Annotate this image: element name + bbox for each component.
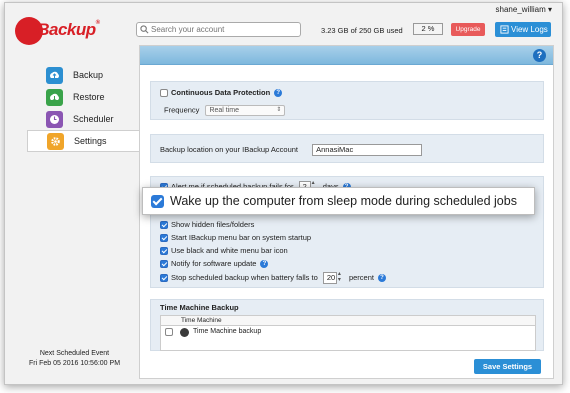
time-machine-panel: Time Machine Backup Time Machine Time Ma… xyxy=(150,299,544,351)
battery-stepper[interactable] xyxy=(338,270,344,283)
backup-icon xyxy=(46,66,63,84)
user-menu[interactable]: shane_william ▾ xyxy=(496,5,552,14)
restore-icon xyxy=(46,88,63,106)
cdp-help-icon[interactable]: ? xyxy=(274,89,283,98)
location-panel: Backup location on your IBackup Account … xyxy=(150,134,544,163)
view-logs-label: View Logs xyxy=(511,25,548,34)
sidebar-item-label: Settings xyxy=(74,136,107,146)
sidebar-item-backup[interactable]: Backup xyxy=(27,64,139,86)
battery-label: Stop scheduled backup when battery falls… xyxy=(171,272,318,282)
scheduler-icon xyxy=(46,110,63,128)
content-header: ? xyxy=(140,46,553,65)
next-scheduled-event: Next Scheduled Event Fri Feb 05 2016 10:… xyxy=(27,349,122,369)
sidebar-item-label: Backup xyxy=(73,70,104,80)
view-logs-button[interactable]: View Logs xyxy=(495,22,551,37)
battery-help-icon[interactable]: ? xyxy=(377,274,386,282)
frequency-row: Frequency Real time xyxy=(164,105,286,116)
location-label: Backup location on your IBackup Account xyxy=(160,144,299,154)
search-box[interactable] xyxy=(136,22,301,37)
frequency-select[interactable]: Real time xyxy=(205,105,286,116)
battery-checkbox[interactable] xyxy=(160,274,168,282)
time-machine-icon xyxy=(180,327,189,337)
option-label: Notify for software update xyxy=(171,259,257,268)
tm-title: Time Machine Backup xyxy=(160,303,239,312)
option-checkbox[interactable] xyxy=(160,247,168,256)
option-checkbox[interactable] xyxy=(160,221,168,230)
sidebar-item-restore[interactable]: Restore xyxy=(27,86,139,108)
logo-wordmark: IBackup® xyxy=(33,20,100,39)
save-settings-button[interactable]: Save Settings xyxy=(474,359,541,374)
frequency-label: Frequency xyxy=(164,105,200,115)
storage-usage: 3.23 GB of 250 GB used xyxy=(321,26,403,35)
option-label: Use black and white menu bar icon xyxy=(171,246,288,255)
battery-row: Stop scheduled backup when battery falls… xyxy=(160,270,386,284)
option-checkbox[interactable] xyxy=(160,234,168,243)
option-row: Start IBackup menu bar on system startup xyxy=(160,233,312,243)
tm-table: Time Machine Time Machine backup xyxy=(160,315,536,351)
next-event-time: Fri Feb 05 2016 10:56:00 PM xyxy=(28,360,121,367)
option-checkbox[interactable] xyxy=(160,260,168,269)
search-icon xyxy=(140,25,149,34)
search-input[interactable] xyxy=(151,25,296,34)
help-icon[interactable]: ? xyxy=(533,49,546,62)
usage-percent: 2 % xyxy=(413,23,443,35)
logs-icon xyxy=(500,25,509,34)
option-row: Use black and white menu bar icon xyxy=(160,246,288,256)
table-row[interactable]: Time Machine backup xyxy=(161,326,535,338)
location-field[interactable]: AnnasiMac xyxy=(312,144,423,156)
tm-checkbox[interactable] xyxy=(165,328,173,336)
sidebar-item-label: Scheduler xyxy=(73,114,114,124)
cdp-label: Continuous Data Protection xyxy=(171,88,271,97)
location-row: Backup location on your IBackup Account … xyxy=(160,144,423,156)
battery-field[interactable]: 20 xyxy=(322,272,337,284)
sidebar-item-label: Restore xyxy=(73,92,105,102)
update-help-icon[interactable]: ? xyxy=(260,260,269,269)
wake-label: Wake up the computer from sleep mode dur… xyxy=(170,194,517,208)
tm-item-label: Time Machine backup xyxy=(193,328,262,335)
tm-column-header: Time Machine xyxy=(161,316,535,326)
cdp-row: Continuous Data Protection? xyxy=(160,88,283,98)
settings-icon xyxy=(47,132,64,150)
option-label: Show hidden files/folders xyxy=(171,220,255,229)
wake-checkbox[interactable] xyxy=(151,194,164,208)
sidebar: Backup Restore Scheduler Settings xyxy=(27,64,139,152)
option-row: Notify for software update? xyxy=(160,259,269,269)
cdp-panel: Continuous Data Protection? Frequency Rea… xyxy=(150,81,544,120)
sidebar-item-settings[interactable]: Settings xyxy=(27,130,139,152)
cdp-checkbox[interactable] xyxy=(160,89,168,98)
option-row: Show hidden files/folders xyxy=(160,220,255,230)
sidebar-item-scheduler[interactable]: Scheduler xyxy=(27,108,139,130)
option-label: Start IBackup menu bar on system startup xyxy=(171,233,312,242)
wake-computer-callout[interactable]: Wake up the computer from sleep mode dur… xyxy=(142,187,535,215)
next-event-label: Next Scheduled Event xyxy=(39,350,110,357)
battery-unit: percent xyxy=(348,272,374,282)
upgrade-button[interactable]: Upgrade xyxy=(451,23,485,36)
ibackup-logo: IBackup® xyxy=(15,17,111,47)
